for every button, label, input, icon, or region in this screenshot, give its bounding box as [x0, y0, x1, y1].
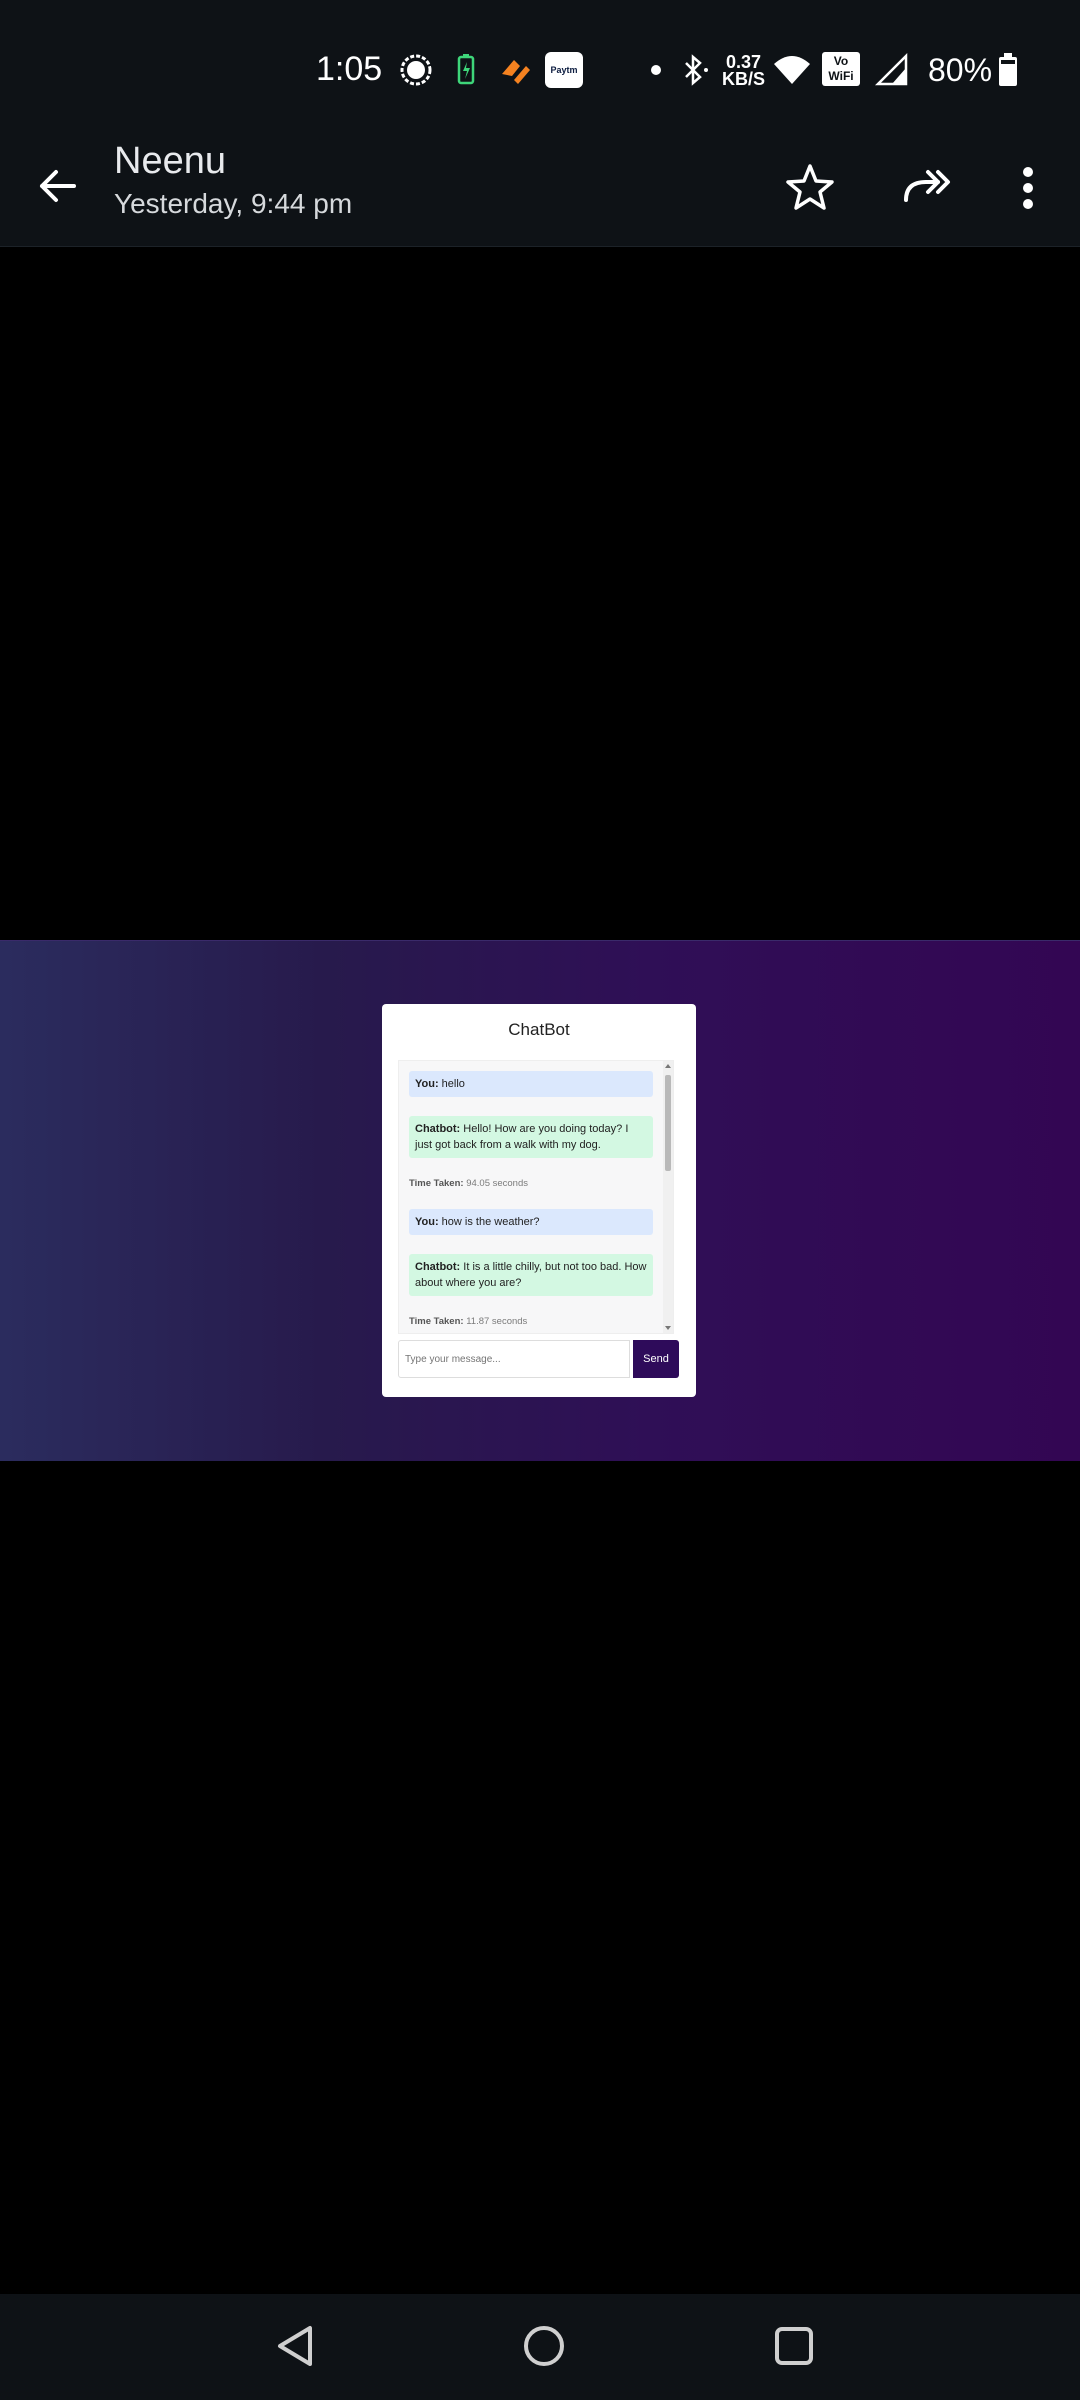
vowifi-top-label: Vo [833, 54, 849, 68]
back-arrow-icon[interactable] [30, 158, 86, 214]
message-timestamp: Yesterday, 9:44 pm [114, 188, 353, 219]
chatbot-card: ChatBot You: hello Chatbot: Hello! How a… [382, 1004, 696, 1397]
bot-message: Chatbot: Hello! How are you doing today?… [409, 1116, 653, 1158]
status-time: 1:05 [316, 50, 383, 88]
time-taken: Time Taken: 11.87 seconds [409, 1316, 527, 1327]
bluetooth-icon [685, 54, 708, 86]
time-taken-label: Time Taken: [409, 1316, 464, 1327]
app-header: Neenu Yesterday, 9:44 pm [0, 140, 1080, 247]
message-sender: You: [415, 1078, 439, 1090]
scroll-thumb[interactable] [665, 1075, 671, 1171]
shared-image[interactable]: ChatBot You: hello Chatbot: Hello! How a… [0, 940, 1080, 1461]
battery-percent: 80% [928, 52, 993, 88]
network-speed-unit: KB/S [722, 69, 766, 89]
status-bar: 1:05 Paytm 0.37 KB/S Vo WiFi 80% [0, 0, 1080, 140]
notification-dot-icon [651, 65, 661, 75]
battery-saver-icon [457, 54, 475, 85]
bot-message: Chatbot: It is a little chilly, but not … [409, 1254, 653, 1296]
scroll-up-arrow-icon[interactable] [665, 1064, 671, 1068]
contact-name: Neenu [114, 140, 226, 182]
user-message: You: how is the weather? [409, 1209, 653, 1235]
wifi-icon [774, 56, 810, 84]
chat-scrollbar[interactable] [663, 1061, 673, 1333]
network-speed: 0.37 KB/S [722, 53, 766, 89]
chatbot-title: ChatBot [508, 1020, 570, 1039]
send-button[interactable]: Send [633, 1340, 679, 1378]
vowifi-bottom-label: WiFi [828, 69, 854, 83]
system-nav-bar [0, 2294, 1080, 2400]
message-sender: Chatbot: [415, 1123, 461, 1135]
nav-recents-icon[interactable] [762, 2314, 826, 2378]
signal-app-icon [400, 54, 432, 86]
message-text: hello [438, 1078, 465, 1090]
message-sender: You: [415, 1216, 439, 1228]
time-taken-label: Time Taken: [409, 1178, 464, 1189]
paytm-icon: Paytm [545, 52, 583, 88]
time-taken: Time Taken: 94.05 seconds [409, 1178, 528, 1189]
scroll-down-arrow-icon[interactable] [665, 1326, 671, 1330]
star-icon[interactable] [778, 156, 842, 220]
message-text: how is the weather? [438, 1216, 540, 1228]
forward-icon[interactable] [894, 156, 958, 220]
message-sender: Chatbot: [415, 1261, 461, 1273]
nav-back-icon[interactable] [264, 2314, 328, 2378]
user-message: You: hello [409, 1071, 653, 1097]
nav-home-icon[interactable] [512, 2314, 576, 2378]
more-vert-icon[interactable] [996, 156, 1060, 220]
battery-icon [999, 53, 1017, 86]
time-taken-value: 11.87 seconds [463, 1316, 528, 1327]
message-input[interactable] [398, 1340, 630, 1378]
cell-signal-icon [874, 52, 908, 86]
chat-log[interactable]: You: hello Chatbot: Hello! How are you d… [398, 1060, 674, 1334]
time-taken-value: 94.05 seconds [463, 1178, 528, 1189]
swiggy-icon [502, 60, 530, 84]
vowifi-icon: Vo WiFi [822, 52, 860, 86]
